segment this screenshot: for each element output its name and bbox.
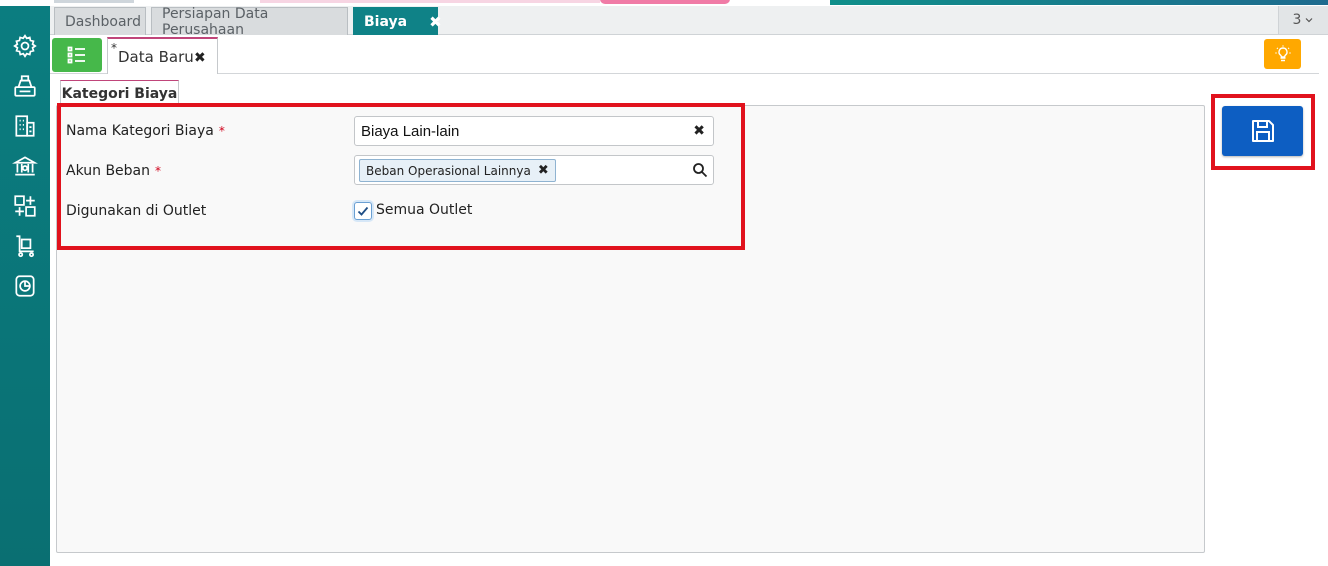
lightbulb-icon: [1275, 45, 1290, 62]
tab-label: Dashboard: [65, 13, 141, 30]
report-icon[interactable]: [11, 272, 39, 300]
tab-overflow-dropdown[interactable]: 3: [1278, 6, 1328, 34]
tab-label: Biaya: [364, 13, 408, 30]
inventory-icon[interactable]: [11, 192, 39, 220]
close-icon[interactable]: ✖: [429, 13, 442, 31]
building-icon[interactable]: [11, 112, 39, 140]
tab-persiapan-data-perusahaan[interactable]: Persiapan Data Perusahaan: [151, 5, 348, 38]
cash-register-icon[interactable]: [11, 72, 39, 100]
tab-count: 3: [1292, 12, 1302, 28]
document-tab[interactable]: * Data Baru ✖: [107, 37, 218, 74]
unsaved-marker: *: [111, 41, 117, 55]
bank-icon[interactable]: [11, 152, 39, 180]
save-highlight-box: [1211, 94, 1315, 170]
document-toolbar: * Data Baru ✖: [50, 36, 1328, 74]
tab-dashboard[interactable]: Dashboard: [54, 7, 146, 35]
close-icon[interactable]: ✖: [194, 50, 206, 66]
form-highlight-box: [57, 103, 745, 250]
tab-biaya[interactable]: Biaya ✖: [353, 7, 442, 35]
list-icon: [67, 46, 85, 64]
menu-button[interactable]: [52, 38, 102, 72]
tab-bar: Dashboard Persiapan Data Perusahaan Biay…: [50, 5, 1328, 38]
gear-icon[interactable]: [11, 32, 39, 60]
chevron-down-icon: [1306, 18, 1313, 23]
content-right-edge: [1319, 36, 1328, 566]
tips-button[interactable]: [1264, 39, 1301, 69]
trolley-icon[interactable]: [11, 232, 39, 260]
document-tab-title: Data Baru: [118, 48, 194, 66]
tab-label: Persiapan Data Perusahaan: [162, 5, 269, 38]
section-tab-label: Kategori Biaya: [61, 85, 178, 102]
sidebar: [0, 6, 50, 566]
